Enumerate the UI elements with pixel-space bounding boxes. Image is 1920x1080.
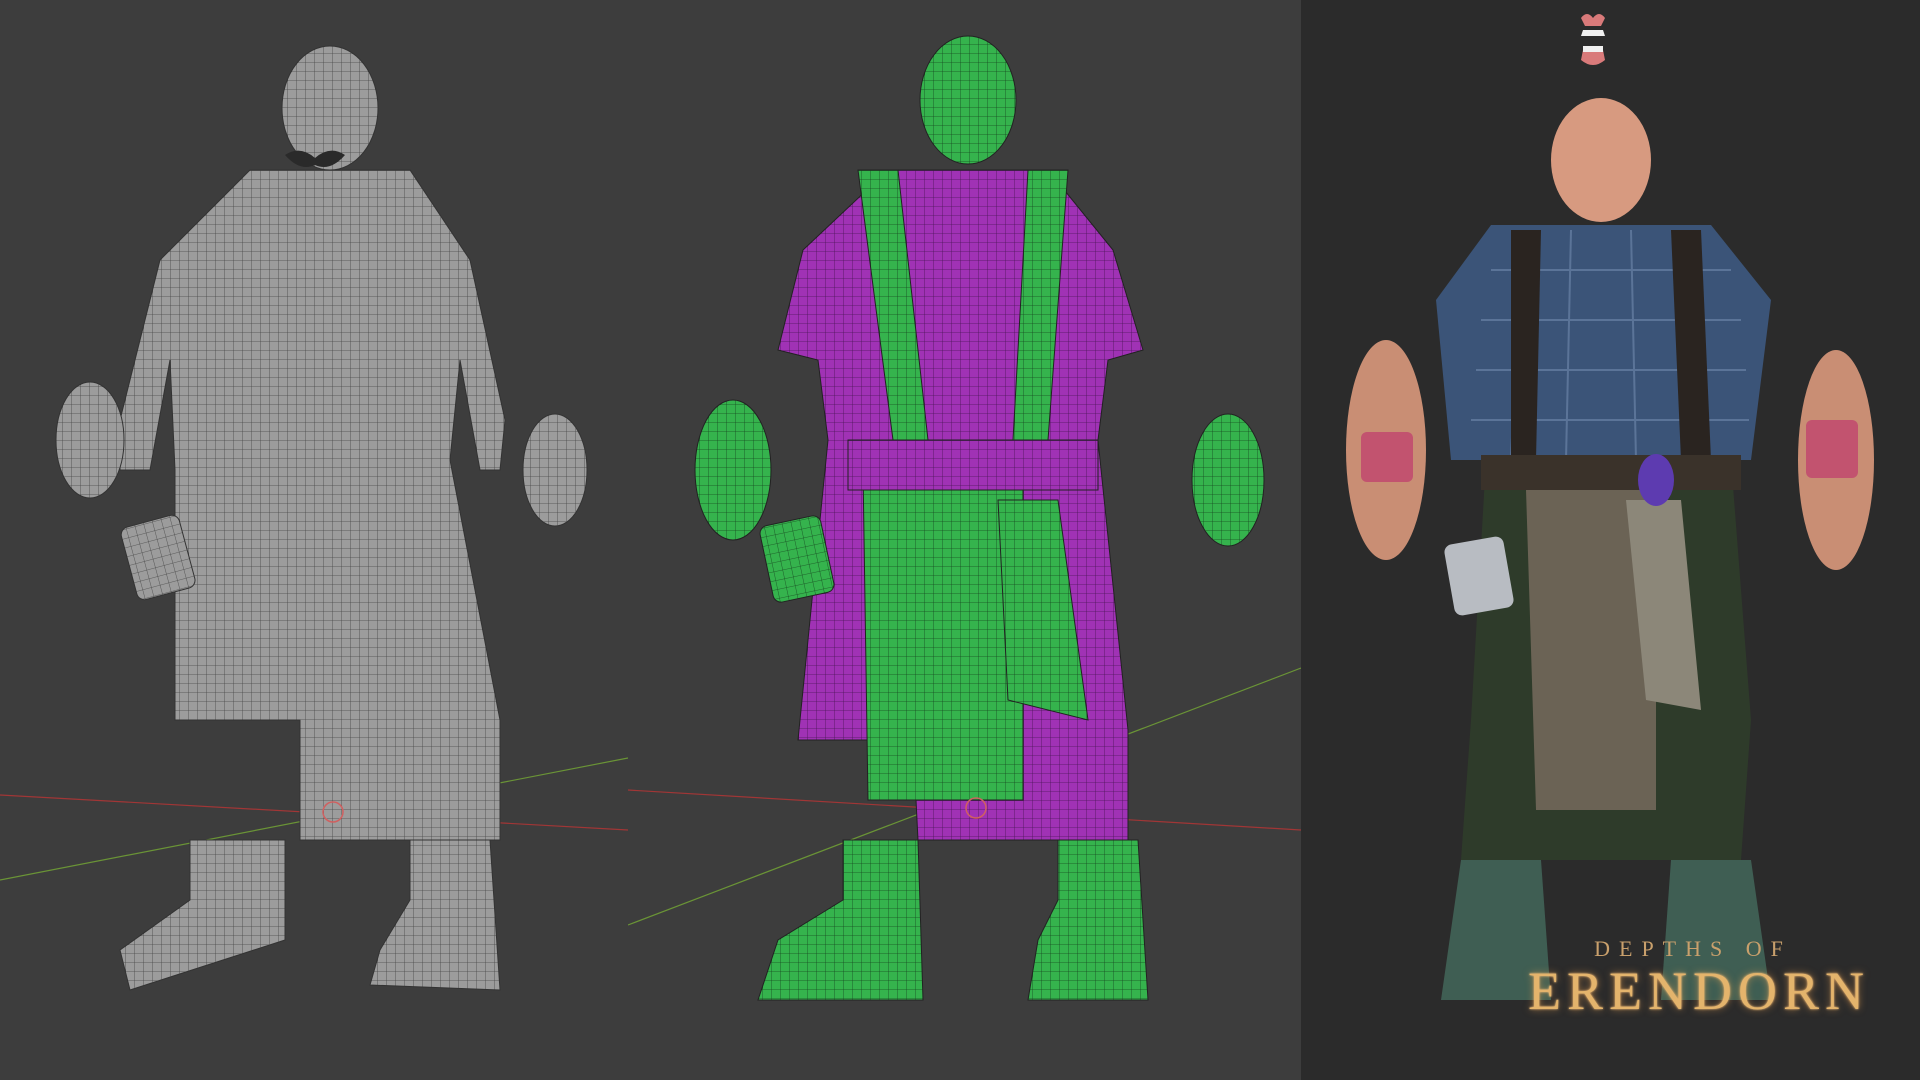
rendered-character: [1346, 98, 1874, 1000]
wireframe-character[interactable]: [55, 45, 588, 991]
teeth-icon: [1581, 14, 1605, 65]
render-panel: DEPTHS OF ERENDORN: [1301, 0, 1920, 1080]
color-id-viewport[interactable]: [628, 0, 1301, 1080]
logo-title: ERENDORN: [1528, 961, 1870, 1021]
render-canvas: [1346, 14, 1874, 1000]
game-logo: DEPTHS OF ERENDORN: [1528, 930, 1870, 1040]
color-id-character[interactable]: [694, 35, 1265, 1001]
wireframe-viewport[interactable]: [0, 0, 628, 1080]
logo-subtitle: DEPTHS OF: [1594, 936, 1792, 961]
wireframe-canvas[interactable]: [0, 0, 628, 1080]
color-id-canvas[interactable]: [628, 0, 1301, 1080]
